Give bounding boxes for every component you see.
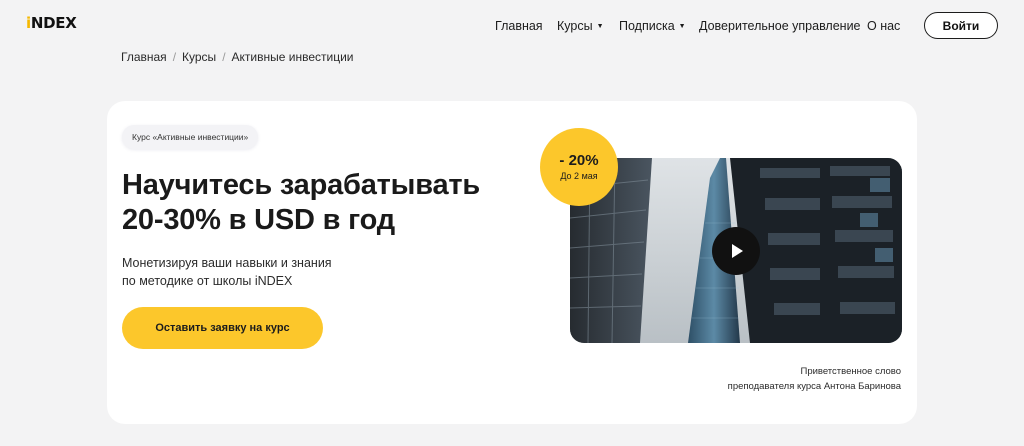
nav-item-home-label: Главная [495,19,543,33]
play-icon [732,244,743,258]
login-button[interactable]: Войти [924,12,998,39]
course-chip-label: Курс «Активные инвестиции» [132,132,249,142]
caret-down-icon: ▼ [596,23,604,30]
discount-deadline: До 2 мая [560,171,598,181]
video-caption: Приветственное слово преподавателя курса… [641,364,901,394]
nav-item-courses-label: Курсы [557,19,593,33]
hero-title-line-2: 20-30% в USD в год [122,204,395,236]
hero-title-line-1: Научитесь зарабатывать [122,169,481,201]
hero-card: Курс «Активные инвестиции» Научитесь зар… [107,101,917,424]
hero-subtitle-line-2: по методике от школы iNDEX [122,274,293,288]
nav-item-about[interactable]: О нас [867,19,900,33]
breadcrumb-separator: / [172,50,177,64]
discount-badge: - 20% До 2 мая [540,128,618,206]
login-button-label: Войти [942,18,980,33]
nav-item-subscription[interactable]: Подписка ▼ [619,19,686,33]
play-button[interactable] [712,227,760,275]
video-caption-line-1: Приветственное слово [800,366,901,377]
discount-percent: - 20% [559,152,599,169]
nav-item-about-label: О нас [867,19,901,33]
apply-button-label: Оставить заявку на курс [155,322,290,334]
apply-button[interactable]: Оставить заявку на курс [122,307,323,349]
hero-title: Научитесь зарабатывать 20-30% в USD в го… [122,168,542,238]
hero-subtitle: Монетизируя ваши навыки и знания по мето… [122,254,402,290]
site-header: iNDEX Главная Курсы ▼ Подписка ▼ Доверител… [0,0,1024,50]
breadcrumb-item-courses[interactable]: Курсы [182,50,216,64]
video-player[interactable] [570,158,902,343]
video-caption-line-2: преподавателя курса Антона Баринова [727,381,901,392]
hero-subtitle-line-1: Монетизируя ваши навыки и знания [122,256,332,270]
main-nav: Главная Курсы ▼ Подписка ▼ Доверительное у… [0,19,1024,35]
breadcrumb-separator: / [222,50,226,64]
nav-item-trust-management[interactable]: Доверительное управление [699,19,861,33]
caret-down-icon: ▼ [678,23,686,30]
breadcrumb: Главная / Курсы / Активные инвестиции [121,50,353,64]
nav-item-home[interactable]: Главная [495,19,543,33]
nav-item-subscription-label: Подписка [619,19,675,33]
nav-item-courses[interactable]: Курсы ▼ [557,19,604,33]
breadcrumb-item-current: Активные инвестиции [231,50,354,64]
breadcrumb-item-home[interactable]: Главная [121,50,167,64]
nav-item-trust-management-label: Доверительное управление [699,19,861,33]
course-chip: Курс «Активные инвестиции» [122,125,259,149]
